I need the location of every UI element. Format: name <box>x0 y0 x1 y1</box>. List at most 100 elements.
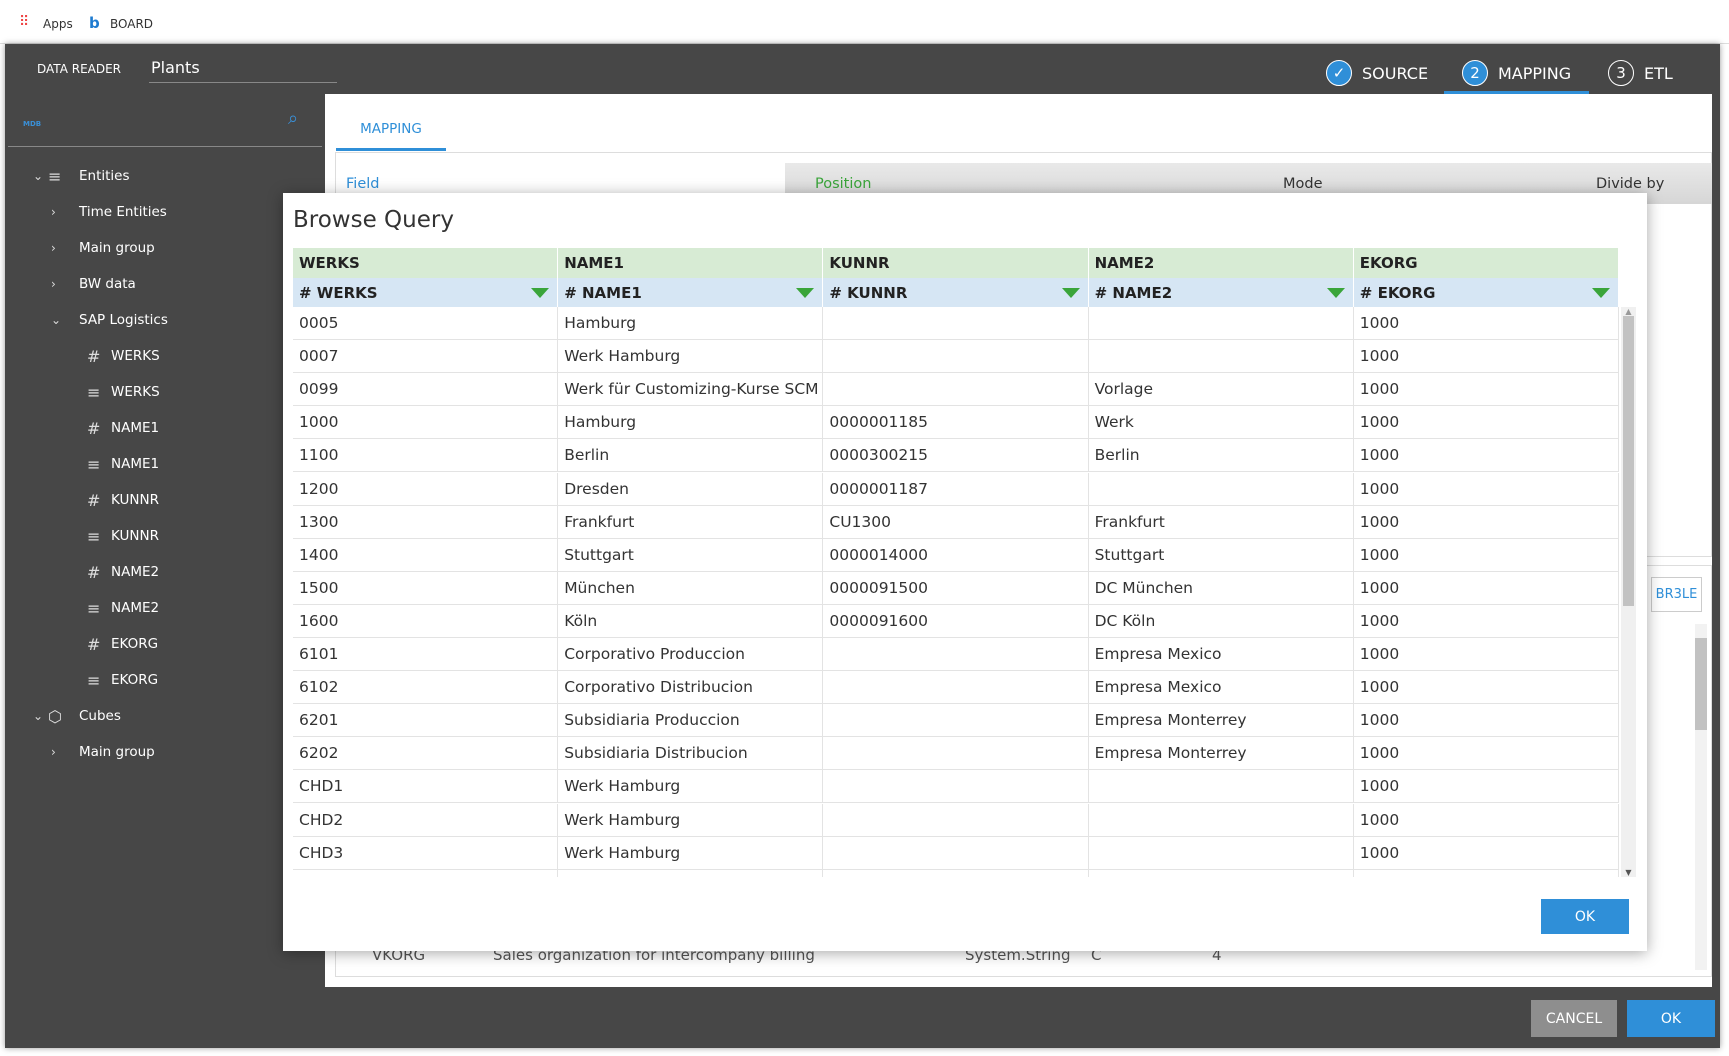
table-cell: 6101 <box>293 638 559 672</box>
ok-button[interactable]: OK <box>1627 1000 1715 1037</box>
query-table: WERKS # WERKS NAME1 # NAME1 KUNNR # KUNNR NAME… <box>293 248 1636 877</box>
sidebar-item-label: KUNNR <box>111 492 159 508</box>
table-cell <box>823 704 1089 738</box>
column-position[interactable]: Position <box>815 176 871 192</box>
database-icon[interactable]: MDB <box>23 120 41 128</box>
table-cell <box>823 638 1089 672</box>
table-cell: 6201 <box>293 704 559 738</box>
page-title[interactable]: Plants <box>151 58 200 77</box>
table-cell <box>823 671 1089 705</box>
sidebar-item-main-group[interactable]: › Main group <box>5 734 325 770</box>
search-icon[interactable]: ⌕ <box>288 108 298 129</box>
sidebar-item-time-entities[interactable]: › Time Entities <box>5 194 325 230</box>
table-cell: Empresa Mexico <box>1088 638 1354 672</box>
cancel-button[interactable]: CANCEL <box>1531 1000 1617 1037</box>
sidebar-item-name1[interactable]: ≡ NAME1 <box>5 446 325 482</box>
table-cell: 1000 <box>1353 307 1619 341</box>
table-cell: 1000 <box>1353 638 1619 672</box>
column-mode[interactable]: Mode <box>1283 176 1323 192</box>
sidebar-item-main-group[interactable]: › Main group <box>5 230 325 266</box>
sidebar-item-werks[interactable]: # WERKS <box>5 338 325 374</box>
table-cell: Corporativo Distribucion <box>558 671 824 705</box>
sidebar-item-name2[interactable]: # NAME2 <box>5 554 325 590</box>
tab-mapping[interactable]: MAPPING <box>336 110 446 151</box>
table-scrollbar[interactable]: ▲ ▼ <box>1621 307 1636 877</box>
chevron-right-icon[interactable]: › <box>51 205 56 219</box>
table-cell: Köln <box>558 604 824 638</box>
table-cell: 1600 <box>293 604 559 638</box>
dialog-title: Browse Query <box>293 207 454 233</box>
number-field-icon: # <box>87 490 101 510</box>
dropdown-triangle-icon[interactable] <box>1326 287 1345 298</box>
table-cell: Berlin <box>558 439 824 473</box>
step-etl[interactable]: 3 ETL <box>1608 52 1673 94</box>
sidebar-item-sap-logistics[interactable]: ⌄ SAP Logistics <box>5 302 325 338</box>
column-mapping-select[interactable]: # EKORG <box>1353 278 1619 307</box>
table-cell <box>823 307 1089 341</box>
board-link[interactable]: BOARD <box>110 17 153 31</box>
apps-grid-icon[interactable]: ⠿ <box>19 14 29 30</box>
chevron-right-icon[interactable]: › <box>51 745 56 759</box>
column-divide-by[interactable]: Divide by <box>1596 176 1664 192</box>
dropdown-triangle-icon[interactable] <box>796 287 815 298</box>
step-label: ETL <box>1644 63 1673 83</box>
sidebar-item-name1[interactable]: # NAME1 <box>5 410 325 446</box>
sidebar-item-label: Entities <box>79 168 130 184</box>
sidebar-item-kunnr[interactable]: # KUNNR <box>5 482 325 518</box>
table-cell: Stuttgart <box>1088 538 1354 572</box>
table-cell: Werk für Customizing-Kurse SCM <box>558 373 824 407</box>
sidebar-item-kunnr[interactable]: ≡ KUNNR <box>5 518 325 554</box>
chevron-down-icon[interactable]: ⌄ <box>51 313 61 327</box>
sidebar-item-name2[interactable]: ≡ NAME2 <box>5 590 325 626</box>
table-cell: Dresden <box>558 472 824 506</box>
column-mapping-select[interactable]: # NAME1 <box>558 278 824 307</box>
sidebar-item-ekorg[interactable]: ≡ EKORG <box>5 662 325 698</box>
table-cell: Werk <box>1088 406 1354 440</box>
table-cell: CHD2 <box>293 803 559 837</box>
column-mapping-label: # EKORG <box>1359 283 1436 302</box>
sidebar-item-werks[interactable]: ≡ WERKS <box>5 374 325 410</box>
table-cell: Berlin <box>1088 439 1354 473</box>
column-mapping-select[interactable]: # KUNNR <box>823 278 1089 307</box>
chevron-right-icon[interactable]: › <box>51 241 56 255</box>
text-field-icon: ≡ <box>87 670 101 690</box>
sidebar-item-label: NAME1 <box>111 456 160 472</box>
text-field-icon: ≡ <box>48 166 62 186</box>
table-cell: Corporativo Produccion <box>558 638 824 672</box>
dropdown-triangle-icon[interactable] <box>1061 287 1080 298</box>
table-cell: 1000 <box>1353 571 1619 605</box>
table-cell <box>558 869 824 877</box>
step-source[interactable]: ✓ SOURCE <box>1326 52 1428 94</box>
column-mapping-select[interactable]: # NAME2 <box>1088 278 1354 307</box>
board-logo-icon: b <box>89 14 100 32</box>
table-cell: Frankfurt <box>558 505 824 539</box>
step-number: 2 <box>1462 60 1488 86</box>
table-cell: 1000 <box>293 406 559 440</box>
chevron-right-icon[interactable]: › <box>51 277 56 291</box>
sidebar-item-ekorg[interactable]: # EKORG <box>5 626 325 662</box>
step-mapping[interactable]: 2 MAPPING <box>1462 52 1571 94</box>
browse-table-button[interactable]: BR3LE <box>1651 577 1702 612</box>
dialog-ok-button[interactable]: OK <box>1541 899 1629 934</box>
column-field[interactable]: Field <box>346 176 379 192</box>
column-header: WERKS <box>293 248 559 278</box>
sidebar-item-cubes[interactable]: ⌄ ⬡ Cubes <box>5 698 325 734</box>
column-mapping-label: # NAME2 <box>1094 283 1173 302</box>
table-cell: 1000 <box>1353 803 1619 837</box>
sidebar-item-label: WERKS <box>111 348 160 364</box>
column-mapping-select[interactable]: # WERKS <box>293 278 559 307</box>
table-cell: 1400 <box>293 538 559 572</box>
dropdown-triangle-icon[interactable] <box>531 287 550 298</box>
chevron-down-icon[interactable]: ⌄ <box>33 169 43 183</box>
chevron-down-icon[interactable]: ⌄ <box>33 709 43 723</box>
sidebar-item-bw-data[interactable]: › BW data <box>5 266 325 302</box>
sidebar-item-label: Main group <box>79 744 155 760</box>
table-cell: Werk Hamburg <box>558 340 824 374</box>
table-cell: Empresa Mexico <box>1088 671 1354 705</box>
bg-scrollbar[interactable] <box>1695 624 1707 970</box>
dropdown-triangle-icon[interactable] <box>1591 287 1610 298</box>
sidebar-item-label: NAME2 <box>111 564 160 580</box>
table-cell: München <box>558 571 824 605</box>
sidebar-item-entities[interactable]: ⌄ ≡ Entities <box>5 158 325 194</box>
apps-link[interactable]: Apps <box>43 17 73 31</box>
